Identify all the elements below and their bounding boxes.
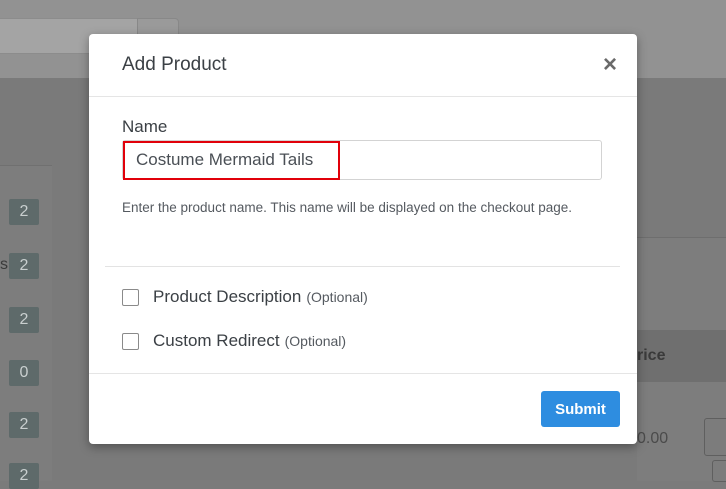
custom-redirect-option[interactable]: Custom Redirect (Optional) — [122, 330, 346, 352]
bg-row-action-button — [704, 418, 726, 456]
bg-count-badge: 2 — [9, 199, 39, 225]
bg-text-fragment: s — [0, 256, 8, 273]
optional-tag: (Optional) — [306, 289, 368, 305]
bg-count-badge: 2 — [9, 412, 39, 438]
bg-count-badge: 2 — [9, 253, 39, 279]
product-name-input[interactable] — [122, 140, 602, 180]
custom-redirect-checkbox[interactable] — [122, 332, 139, 350]
dialog-header: Add Product × — [89, 34, 637, 97]
submit-button[interactable]: Submit — [541, 391, 620, 427]
add-product-dialog: Add Product × Name Enter the product nam… — [89, 34, 637, 444]
dialog-footer-divider — [89, 373, 637, 374]
option-label: Custom Redirect — [153, 331, 280, 350]
bg-count-badge: 2 — [9, 463, 39, 489]
product-description-checkbox[interactable] — [122, 288, 139, 306]
bg-row-action-button — [712, 460, 726, 482]
option-label: Product Description — [153, 287, 302, 306]
bg-row-price: 0.00 — [637, 430, 669, 447]
section-divider — [105, 266, 620, 267]
name-label: Name — [122, 117, 168, 136]
bg-count-badge: 2 — [9, 307, 39, 333]
optional-tag: (Optional) — [284, 333, 347, 349]
close-button[interactable]: × — [599, 52, 621, 78]
bg-count-badge: 0 — [9, 360, 39, 386]
bg-price-column-header: rice — [637, 330, 726, 382]
product-description-option[interactable]: Product Description (Optional) — [122, 286, 368, 308]
dialog-title: Add Product — [122, 54, 227, 75]
name-help-text: Enter the product name. This name will b… — [122, 200, 573, 215]
